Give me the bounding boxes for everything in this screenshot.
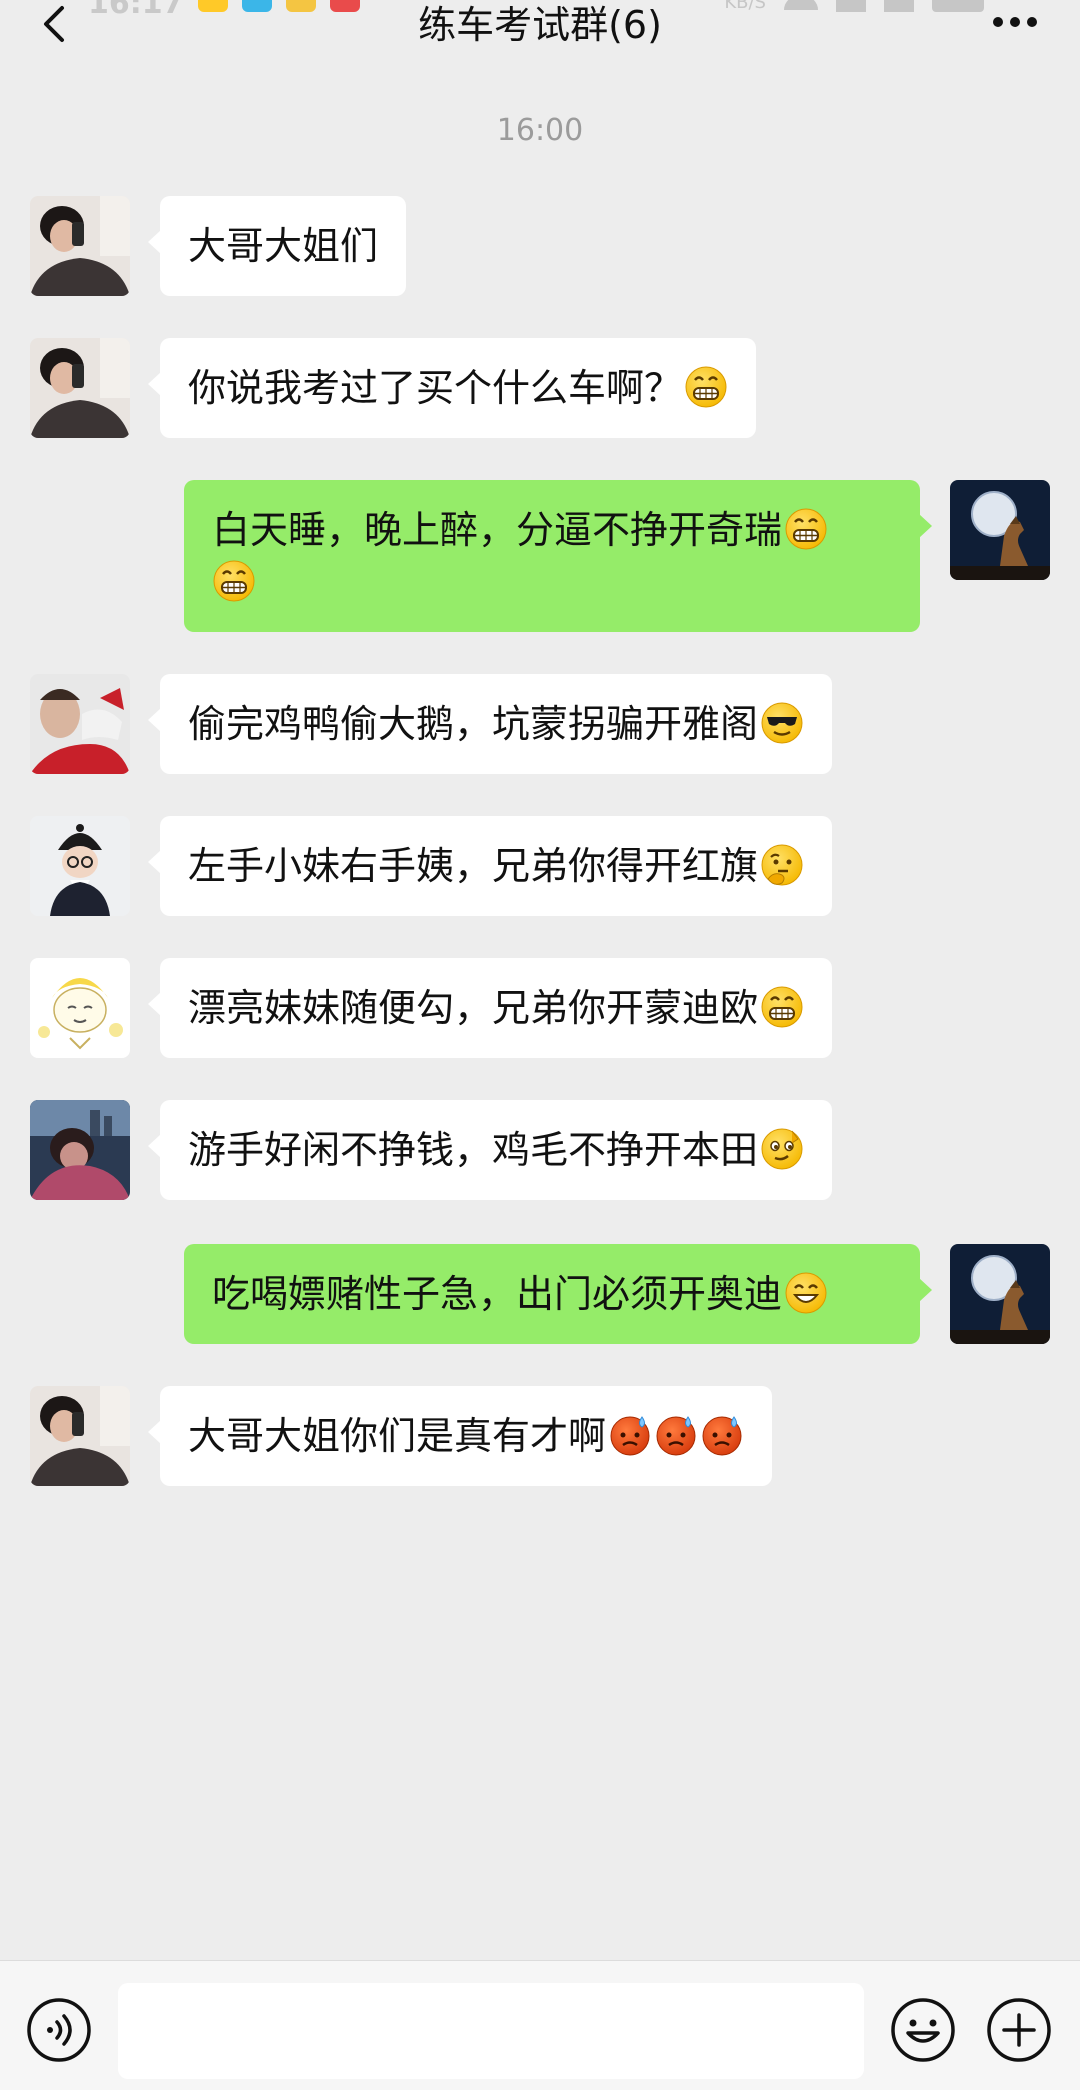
grin-emoji-icon [684,365,728,409]
avatar[interactable] [30,196,130,296]
message-bubble[interactable]: 大哥大姐们 [147,196,407,296]
message-text: 吃喝嫖赌性子急，出门必须开奥迪 [212,1272,783,1316]
sweat-emoji-icon [654,1413,698,1457]
message-bubble[interactable]: 你说我考过了买个什么车啊？ [147,338,757,438]
avatar[interactable] [30,1100,130,1200]
smile-emoji-icon [784,1271,828,1315]
avatar[interactable] [30,674,130,774]
emoji-picker-button[interactable] [890,1997,956,2063]
message-bubble[interactable]: 大哥大姐你们是真有才啊 [147,1386,773,1486]
my-avatar[interactable] [950,1244,1050,1344]
message-bubble[interactable]: 白天睡，晚上醉，分逼不挣开奇瑞 [184,480,932,632]
avatar[interactable] [30,816,130,916]
message-bubble[interactable]: 游手好闲不挣钱，鸡毛不挣开本田 [147,1100,833,1200]
message-text: 漂亮妹妹随便勾，兄弟你开蒙迪欧 [188,986,759,1030]
message-bubble[interactable]: 左手小妹右手姨，兄弟你得开红旗 [147,816,833,916]
sweat-emoji-icon [608,1413,652,1457]
grin-emoji-icon [784,507,828,551]
message-text: 偷完鸡鸭偷大鹅，坑蒙拐骗开雅阁 [188,702,759,746]
more-functions-button[interactable] [986,1997,1052,2063]
input-bar [0,1960,1080,2090]
message-bubble[interactable]: 漂亮妹妹随便勾，兄弟你开蒙迪欧 [147,958,833,1058]
sunglasses-emoji-icon [760,701,804,745]
message-bubble[interactable]: 吃喝嫖赌性子急，出门必须开奥迪 [184,1244,932,1344]
message-input[interactable] [118,1983,864,2079]
chat-title: 练车考试群(6) [418,3,662,47]
chat-header: 16:17 KB/S 练车考试群(6) [0,0,1080,60]
message-text: 你说我考过了买个什么车啊？ [188,366,683,410]
avatar[interactable] [30,958,130,1058]
grin-emoji-icon [760,985,804,1029]
message-text: 白天睡，晚上醉，分逼不挣开奇瑞 [212,508,783,552]
voice-input-button[interactable] [26,1997,92,2063]
avatar[interactable] [30,1386,130,1486]
my-avatar[interactable] [950,480,1050,580]
grin-emoji-icon [212,559,256,603]
message-text: 游手好闲不挣钱，鸡毛不挣开本田 [188,1128,759,1172]
avatar[interactable] [30,338,130,438]
more-options-button[interactable] [992,14,1038,30]
message-text: 大哥大姐你们是真有才啊 [188,1414,607,1458]
message-timestamp: 16:00 [496,113,584,148]
message-text: 大哥大姐们 [188,224,379,268]
message-bubble[interactable]: 偷完鸡鸭偷大鹅，坑蒙拐骗开雅阁 [147,674,833,774]
message-text: 左手小妹右手姨，兄弟你得开红旗 [188,844,759,888]
thinking-emoji-icon [760,843,804,887]
smirk-emoji-icon [760,1127,804,1171]
sweat-emoji-icon [700,1413,744,1457]
